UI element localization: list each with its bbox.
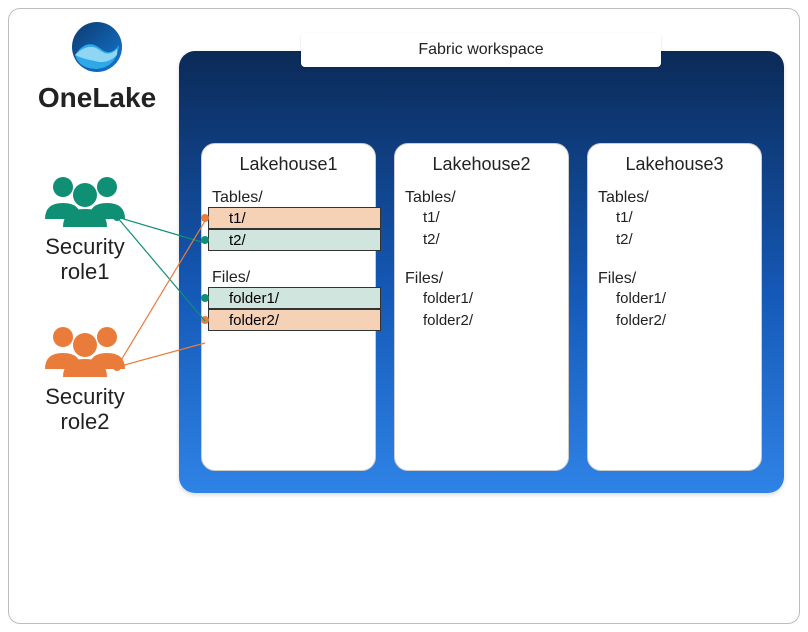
security-role2-block: Security role2 <box>15 319 155 435</box>
onelake-block: OneLake <box>27 19 167 114</box>
role1-label: Security role1 <box>15 234 155 285</box>
lh1-t2-label: t2/ <box>229 232 246 249</box>
list-item: folder2/ <box>395 310 568 332</box>
onelake-label: OneLake <box>27 82 167 114</box>
files-label: Files/ <box>588 270 761 288</box>
lakehouse-title: Lakehouse3 <box>588 154 761 175</box>
lh1-folder1-row: folder1/ <box>208 287 381 309</box>
files-label: Files/ <box>395 270 568 288</box>
diagram-frame: OneLake Security role1 <box>8 8 800 624</box>
list-item: folder1/ <box>395 288 568 310</box>
list-item: folder1/ <box>588 288 761 310</box>
lh1-folder1-label: folder1/ <box>229 290 279 307</box>
lh1-t1-label: t1/ <box>229 210 246 227</box>
lakehouse3-card: Lakehouse3 Tables/ t1/ t2/ Files/ folder… <box>587 143 762 471</box>
role1-label-line2: role1 <box>61 259 110 284</box>
security-role1-block: Security role1 <box>15 169 155 285</box>
list-item: t2/ <box>588 229 761 251</box>
role2-label-line2: role2 <box>61 409 110 434</box>
lakehouse-title: Lakehouse1 <box>202 154 375 175</box>
lakehouse1-card: Lakehouse1 Tables/ t1/ t2/ Files/ folder… <box>201 143 376 471</box>
dot-teal-icon <box>201 236 209 244</box>
users-icon-orange <box>35 319 135 379</box>
workspace-title-tab: Fabric workspace <box>301 33 661 67</box>
files-label: Files/ <box>202 269 375 287</box>
list-item: t2/ <box>395 229 568 251</box>
lakehouse-title: Lakehouse2 <box>395 154 568 175</box>
role2-label: Security role2 <box>15 384 155 435</box>
list-item: t1/ <box>588 207 761 229</box>
lh1-folder2-label: folder2/ <box>229 312 279 329</box>
lh1-table-t2-row: t2/ <box>208 229 381 251</box>
role1-label-line1: Security <box>45 234 124 259</box>
list-item: t1/ <box>395 207 568 229</box>
dot-orange-icon <box>201 316 209 324</box>
lakehouses-row: Lakehouse1 Tables/ t1/ t2/ Files/ folder… <box>201 143 762 471</box>
role2-label-line1: Security <box>45 384 124 409</box>
list-item: folder2/ <box>588 310 761 332</box>
dot-teal-icon <box>201 294 209 302</box>
onelake-icon <box>67 19 127 75</box>
lh1-folder2-row: folder2/ <box>208 309 381 331</box>
dot-orange-icon <box>201 214 209 222</box>
users-icon-teal <box>35 169 135 229</box>
tables-label: Tables/ <box>202 189 375 207</box>
fabric-workspace-panel: Fabric workspace Lakehouse1 Tables/ t1/ … <box>179 51 784 493</box>
lakehouse2-card: Lakehouse2 Tables/ t1/ t2/ Files/ folder… <box>394 143 569 471</box>
lh1-table-t1-row: t1/ <box>208 207 381 229</box>
tables-label: Tables/ <box>588 189 761 207</box>
tables-label: Tables/ <box>395 189 568 207</box>
